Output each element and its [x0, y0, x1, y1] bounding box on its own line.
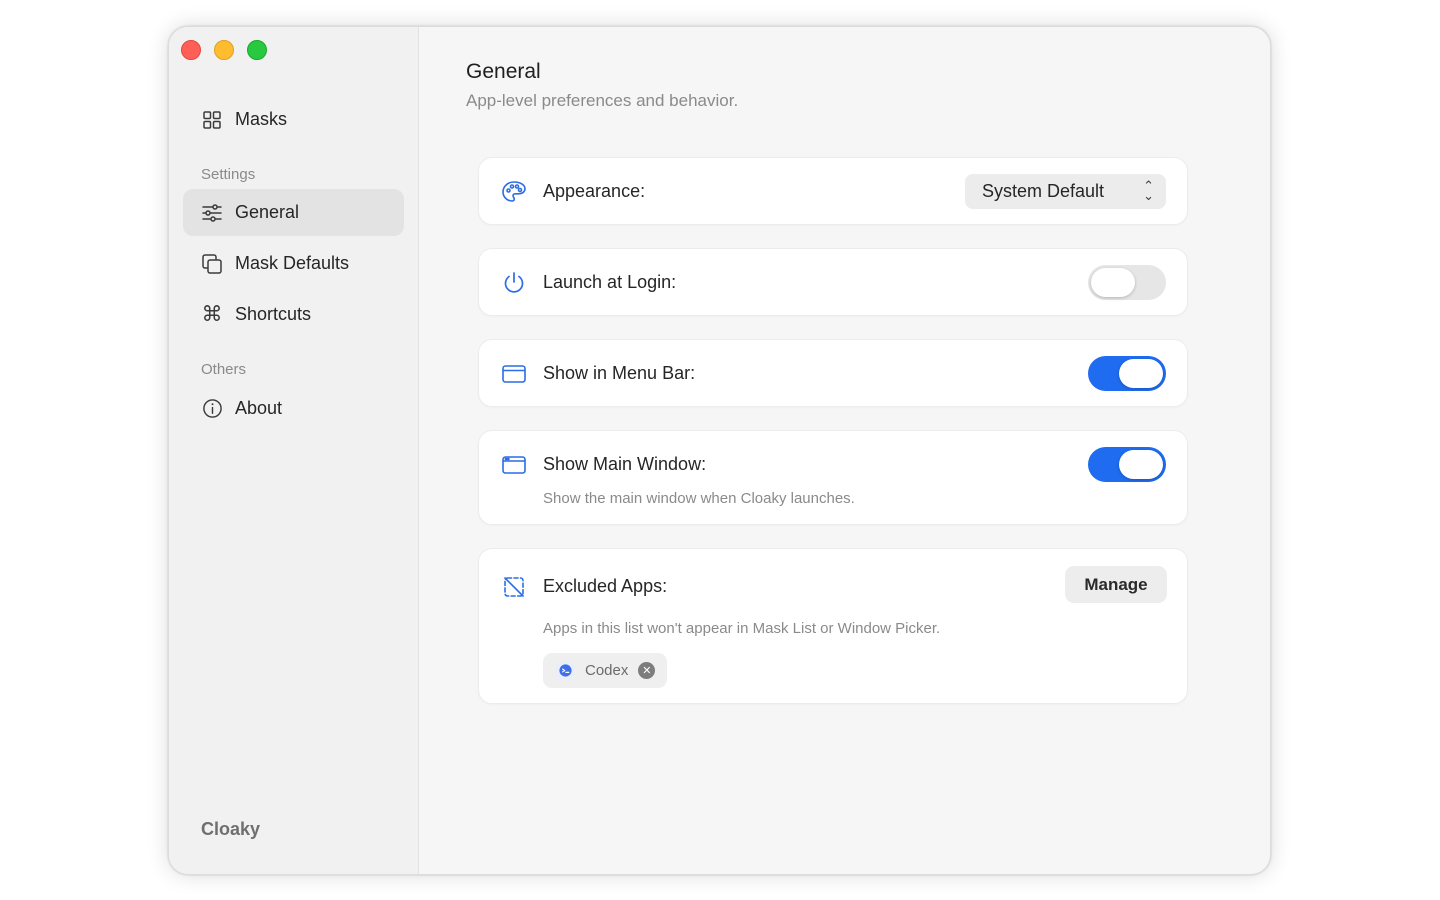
menubar-icon	[501, 361, 527, 387]
excluded-app-name: Codex	[585, 662, 629, 679]
sidebar-item-label: General	[235, 202, 300, 222]
launch-at-login-card: Launch at Login:	[478, 248, 1188, 316]
palette-icon	[501, 179, 527, 205]
show-main-window-label: Show Main Window:	[543, 454, 707, 474]
grid-icon	[201, 109, 223, 131]
sidebar-item-about[interactable]: About	[183, 385, 404, 432]
excluded-app-chip: Codex ✕	[543, 653, 668, 688]
sidebar-item-label: Masks	[235, 109, 288, 129]
window-icon	[501, 452, 527, 478]
appearance-select-value: System Default	[982, 181, 1105, 201]
main-content: General App-level preferences and behavi…	[420, 27, 1270, 874]
app-brand: Cloaky	[201, 819, 261, 839]
appearance-select[interactable]: System Default ⌃ ⌄	[965, 174, 1166, 209]
codex-app-icon	[556, 661, 575, 680]
sidebar-item-general[interactable]: General	[183, 189, 404, 236]
show-in-menu-bar-card: Show in Menu Bar:	[478, 339, 1188, 407]
show-in-menu-bar-toggle[interactable]	[1088, 356, 1166, 391]
sidebar-item-label: Mask Defaults	[235, 253, 350, 273]
launch-at-login-label: Launch at Login:	[543, 272, 677, 292]
excluded-apps-card: Excluded Apps: Manage Apps in this list …	[478, 548, 1188, 704]
sidebar-item-label: About	[235, 398, 283, 418]
sidebar-section-settings: Settings	[201, 166, 256, 183]
page-subtitle: App-level preferences and behavior.	[466, 91, 739, 110]
excluded-apps-description: Apps in this list won't appear in Mask L…	[543, 620, 941, 637]
toggle-knob	[1091, 268, 1135, 297]
power-icon	[501, 270, 527, 296]
info-icon	[201, 398, 223, 420]
excluded-apps-label: Excluded Apps:	[543, 576, 668, 596]
remove-app-icon[interactable]: ✕	[638, 662, 656, 679]
launch-at-login-toggle[interactable]	[1088, 265, 1166, 300]
sidebar-item-shortcuts[interactable]: ⌘ Shortcuts	[183, 291, 404, 338]
copy-icon	[201, 253, 223, 275]
sidebar-item-masks[interactable]: Masks	[183, 96, 404, 143]
zoom-window-button[interactable]	[247, 40, 267, 60]
appearance-label: Appearance:	[543, 181, 646, 201]
show-main-window-card: Show Main Window: Show the main window w…	[478, 430, 1188, 525]
excluded-icon	[501, 574, 527, 600]
toggle-knob	[1119, 359, 1163, 388]
sidebar: Masks Settings General Mask Defaults ⌘ S…	[169, 27, 419, 874]
show-in-menu-bar-label: Show in Menu Bar:	[543, 363, 696, 383]
show-main-window-toggle[interactable]	[1088, 447, 1166, 482]
command-icon: ⌘	[201, 303, 223, 326]
sliders-icon	[201, 202, 223, 224]
close-window-button[interactable]	[181, 40, 201, 60]
appearance-card: Appearance: System Default ⌃ ⌄	[478, 157, 1188, 225]
sidebar-section-others: Others	[201, 361, 247, 378]
page-title: General	[466, 60, 541, 83]
toggle-knob	[1119, 450, 1163, 479]
settings-window: Masks Settings General Mask Defaults ⌘ S…	[168, 26, 1271, 875]
traffic-lights	[181, 40, 267, 60]
manage-excluded-apps-button[interactable]: Manage	[1065, 566, 1167, 603]
chevron-updown-icon: ⌃ ⌄	[1143, 178, 1154, 203]
minimize-window-button[interactable]	[214, 40, 234, 60]
sidebar-item-mask-defaults[interactable]: Mask Defaults	[183, 240, 404, 287]
sidebar-item-label: Shortcuts	[235, 304, 312, 324]
show-main-window-description: Show the main window when Cloaky launche…	[543, 490, 855, 507]
